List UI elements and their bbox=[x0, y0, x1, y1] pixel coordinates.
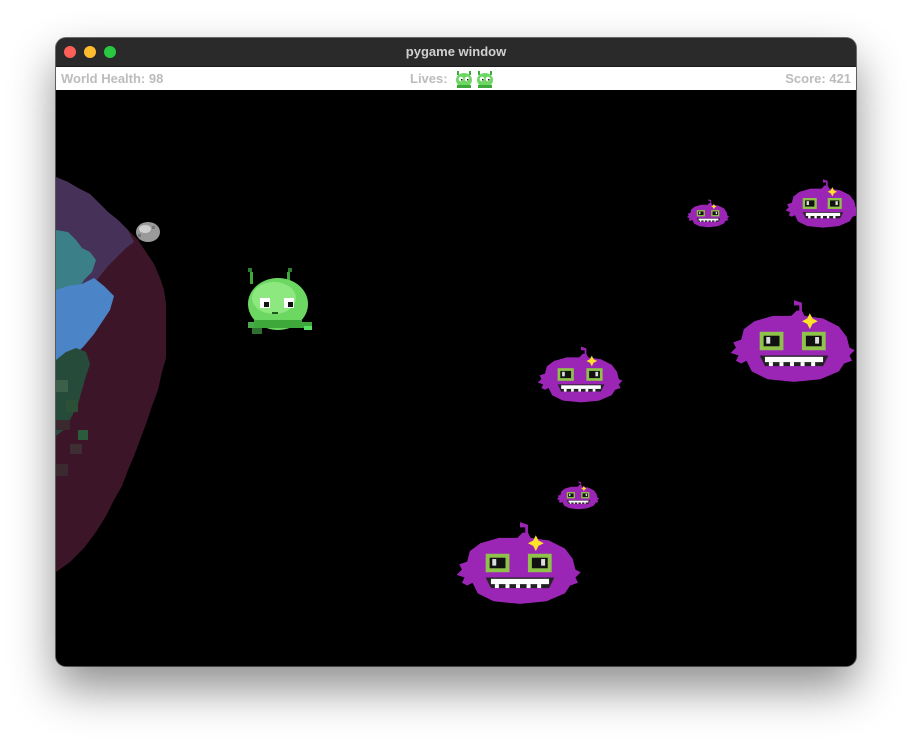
score-text: Score: 421 bbox=[785, 71, 851, 86]
life-icon bbox=[477, 71, 493, 88]
purple-blob-enemy bbox=[730, 300, 855, 382]
player-alien bbox=[248, 268, 312, 334]
game-window: pygame window World Health: 98 Lives: Sc… bbox=[56, 38, 856, 666]
life-icon bbox=[456, 71, 472, 88]
lives-icons bbox=[456, 71, 493, 88]
window-title: pygame window bbox=[405, 44, 507, 59]
world-health-text: World Health: 98 bbox=[61, 71, 164, 86]
title-bar[interactable]: pygame window bbox=[56, 38, 856, 67]
asteroid bbox=[136, 222, 160, 242]
purple-blob-enemy bbox=[456, 522, 581, 604]
game-canvas[interactable] bbox=[56, 90, 856, 666]
hud-bar: World Health: 98 Lives: Score: 421 bbox=[56, 67, 856, 90]
purple-blob-enemy bbox=[556, 481, 600, 510]
lives-label: Lives: bbox=[410, 71, 448, 86]
game-scene bbox=[56, 177, 856, 604]
purple-blob-enemy bbox=[537, 346, 623, 403]
purple-blob-enemy bbox=[785, 179, 856, 228]
purple-blob-enemy bbox=[686, 199, 730, 228]
